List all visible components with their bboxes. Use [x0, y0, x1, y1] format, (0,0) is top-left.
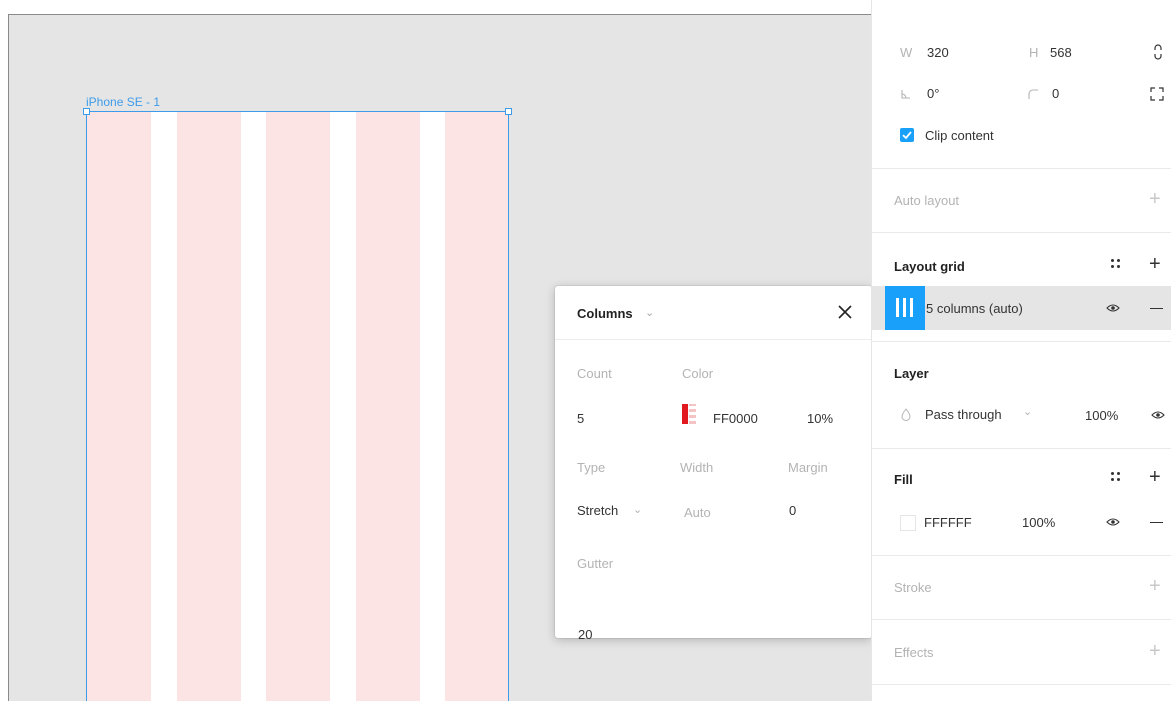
- add-fill-button[interactable]: +: [1149, 467, 1161, 487]
- chevron-down-icon[interactable]: ⌄: [645, 306, 654, 319]
- clip-content-label[interactable]: Clip content: [925, 128, 994, 143]
- width-input[interactable]: Auto: [684, 505, 711, 520]
- column-grid-popup: Columns ⌄ Count Color 5 FF0000 10% Type …: [555, 286, 872, 642]
- fill-opacity-field[interactable]: 100%: [1022, 515, 1055, 530]
- check-icon: [902, 131, 912, 140]
- divider: [872, 619, 1171, 620]
- close-icon[interactable]: [836, 303, 854, 321]
- width-label: Width: [680, 460, 714, 475]
- divider: [872, 555, 1171, 556]
- grid-styles-icon[interactable]: [1111, 259, 1121, 269]
- color-swatch-transparency: [689, 404, 696, 424]
- corner-radius-field[interactable]: 0: [1052, 86, 1059, 101]
- popup-header: Columns ⌄: [555, 286, 872, 340]
- properties-panel: W 320 H 568 0° 0 Clip content Auto layou…: [871, 0, 1171, 701]
- auto-layout-title: Auto layout: [894, 193, 960, 208]
- effects-title: Effects: [894, 645, 934, 660]
- grid-type-dropdown[interactable]: Columns: [577, 306, 633, 321]
- independent-corners-icon[interactable]: [1150, 87, 1164, 101]
- blend-mode-dropdown[interactable]: Pass through: [925, 407, 1002, 422]
- iphone-frame[interactable]: [86, 111, 509, 701]
- color-label: Color: [682, 366, 714, 381]
- count-input[interactable]: 5: [577, 411, 584, 426]
- stroke-title: Stroke: [894, 580, 932, 595]
- height-field[interactable]: 568: [1050, 45, 1072, 60]
- divider: [872, 448, 1171, 449]
- color-hex-input[interactable]: FF0000: [713, 411, 758, 426]
- eye-icon[interactable]: [1106, 303, 1120, 313]
- remove-layout-grid-button[interactable]: [1150, 308, 1163, 309]
- frame-label[interactable]: iPhone SE - 1: [86, 95, 160, 109]
- resize-handle-top-left[interactable]: [83, 108, 90, 115]
- margin-label: Margin: [788, 460, 828, 475]
- height-field-label: H: [1029, 45, 1039, 60]
- remove-fill-button[interactable]: [1150, 522, 1163, 523]
- chevron-down-icon[interactable]: ⌄: [1023, 405, 1032, 418]
- column-grid-icon[interactable]: [885, 286, 925, 330]
- layout-grid-title: Layout grid: [894, 259, 965, 274]
- type-dropdown[interactable]: Stretch: [577, 503, 618, 518]
- divider: [872, 341, 1171, 342]
- gutter-label: Gutter: [577, 556, 614, 571]
- width-field[interactable]: 320: [927, 45, 949, 60]
- grid-column: [445, 112, 508, 701]
- constrain-proportions-icon[interactable]: [1153, 44, 1163, 60]
- grid-column: [87, 112, 151, 701]
- figma-editor: iPhone SE - 1 Columns ⌄ Count Color 5 FF…: [0, 0, 1171, 701]
- divider: [872, 684, 1171, 685]
- count-label: Count: [577, 366, 612, 381]
- margin-input[interactable]: 0: [789, 503, 796, 518]
- add-layout-grid-button[interactable]: +: [1149, 254, 1161, 274]
- grid-column: [356, 112, 420, 701]
- clip-content-checkbox[interactable]: [900, 128, 914, 142]
- layer-title: Layer: [894, 366, 929, 381]
- color-opacity-input[interactable]: 10%: [807, 411, 833, 426]
- rotation-field[interactable]: 0°: [927, 86, 939, 101]
- corner-radius-icon: [1028, 89, 1038, 99]
- grid-column: [177, 112, 241, 701]
- fill-title: Fill: [894, 472, 913, 487]
- layout-grid-item-label[interactable]: 5 columns (auto): [926, 301, 1023, 316]
- type-label: Type: [577, 460, 606, 475]
- width-field-label: W: [900, 45, 913, 60]
- resize-handle-top-right[interactable]: [505, 108, 512, 115]
- add-auto-layout-button[interactable]: +: [1149, 189, 1161, 209]
- divider: [872, 232, 1171, 233]
- grid-column: [266, 112, 330, 701]
- blend-mode-icon: [901, 408, 911, 421]
- fill-hex-field[interactable]: FFFFFF: [924, 515, 972, 530]
- divider: [872, 168, 1171, 169]
- eye-icon[interactable]: [1106, 517, 1120, 527]
- eye-icon[interactable]: [1151, 410, 1165, 420]
- gutter-input[interactable]: 20: [578, 627, 592, 642]
- fill-color-swatch[interactable]: [900, 515, 916, 531]
- rotation-icon: [901, 90, 910, 99]
- layer-opacity-field[interactable]: 100%: [1085, 408, 1118, 423]
- add-stroke-button[interactable]: +: [1149, 576, 1161, 596]
- add-effect-button[interactable]: +: [1149, 641, 1161, 661]
- chevron-down-icon[interactable]: ⌄: [633, 503, 642, 516]
- fill-styles-icon[interactable]: [1111, 472, 1121, 482]
